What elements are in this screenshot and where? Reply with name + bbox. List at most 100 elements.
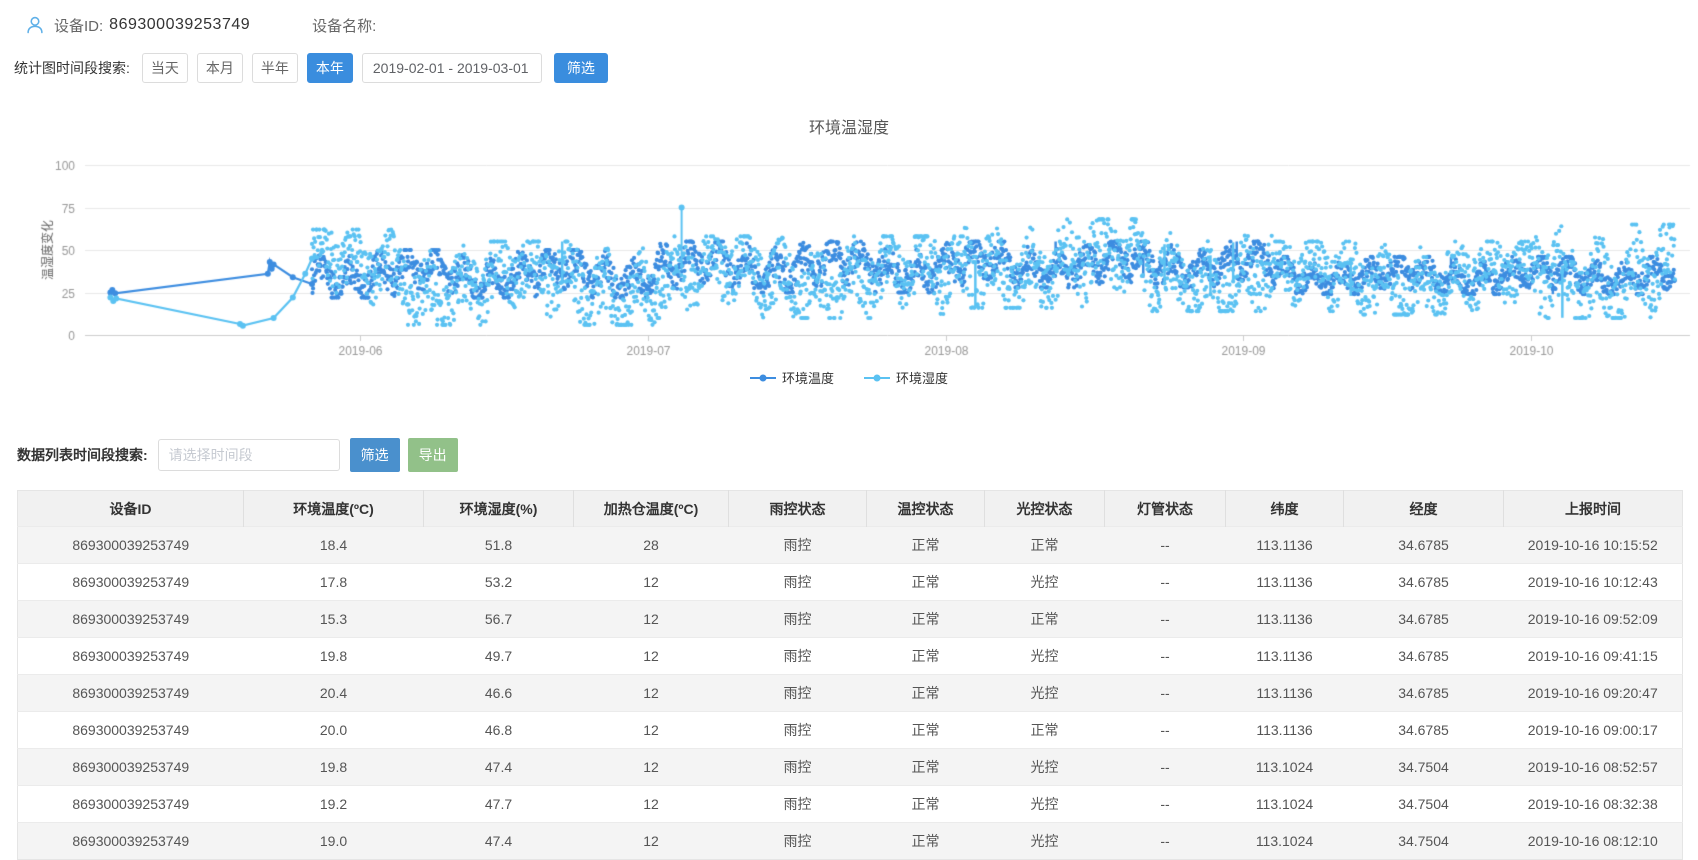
table-row: 86930003925374917.853.212雨控正常光控--113.113… (18, 564, 1683, 601)
quick-range-button[interactable]: 本月 (197, 53, 243, 83)
table-cell: 雨控 (729, 564, 867, 601)
table-cell: 12 (574, 786, 729, 823)
list-period-search-label: 数据列表时间段搜索: (17, 445, 148, 465)
table-cell: 19.0 (244, 823, 424, 860)
table-cell: 光控 (985, 564, 1105, 601)
table-cell: 光控 (985, 638, 1105, 675)
table-cell: 869300039253749 (18, 675, 244, 712)
table-cell: 19.2 (244, 786, 424, 823)
table-cell: 56.7 (424, 601, 574, 638)
table-cell: 34.6785 (1344, 675, 1504, 712)
table-row: 86930003925374919.047.412雨控正常光控--113.102… (18, 823, 1683, 860)
table-cell: -- (1105, 823, 1226, 860)
table-cell: 12 (574, 601, 729, 638)
table-header-cell: 经度 (1344, 491, 1504, 527)
table-cell: 869300039253749 (18, 749, 244, 786)
chart-date-range-input[interactable] (362, 53, 542, 83)
table-cell: 34.6785 (1344, 527, 1504, 564)
table-row: 86930003925374918.451.828雨控正常正常--113.113… (18, 527, 1683, 564)
table-cell: 869300039253749 (18, 601, 244, 638)
table-row: 86930003925374919.247.712雨控正常光控--113.102… (18, 786, 1683, 823)
legend-item[interactable]: 环境湿度 (864, 368, 948, 387)
table-cell: 12 (574, 564, 729, 601)
list-filter-button[interactable]: 筛选 (350, 438, 400, 472)
table-header-cell: 环境温度(ºC) (244, 491, 424, 527)
table-cell: 光控 (985, 823, 1105, 860)
table-cell: 雨控 (729, 601, 867, 638)
legend-item[interactable]: 环境温度 (750, 368, 834, 387)
list-date-range-input[interactable] (158, 439, 340, 471)
temp-humidity-chart-section: 环境温湿度 环境温度 环境湿度 (0, 102, 1698, 414)
table-cell: 2019-10-16 08:52:57 (1504, 749, 1683, 786)
table-cell: 正常 (867, 564, 985, 601)
table-header-cell: 设备ID (18, 491, 244, 527)
table-row: 86930003925374920.046.812雨控正常正常--113.113… (18, 712, 1683, 749)
table-cell: 28 (574, 527, 729, 564)
table-cell: 51.8 (424, 527, 574, 564)
table-cell: 2019-10-16 10:15:52 (1504, 527, 1683, 564)
table-cell: -- (1105, 527, 1226, 564)
table-cell: 光控 (985, 786, 1105, 823)
table-cell: 17.8 (244, 564, 424, 601)
table-header-cell: 温控状态 (867, 491, 985, 527)
table-header-cell: 光控状态 (985, 491, 1105, 527)
legend-line-marker-icon (864, 373, 890, 383)
table-cell: 2019-10-16 09:00:17 (1504, 712, 1683, 749)
table-cell: 2019-10-16 08:12:10 (1504, 823, 1683, 860)
legend-line-marker-icon (750, 373, 776, 383)
table-cell: 34.6785 (1344, 638, 1504, 675)
table-cell: -- (1105, 675, 1226, 712)
table-cell: 15.3 (244, 601, 424, 638)
table-cell: 34.6785 (1344, 564, 1504, 601)
table-cell: 34.6785 (1344, 601, 1504, 638)
table-cell: 正常 (867, 712, 985, 749)
table-cell: 12 (574, 675, 729, 712)
table-cell: 20.0 (244, 712, 424, 749)
device-name-label: 设备名称: (312, 15, 376, 36)
table-header-cell: 灯管状态 (1105, 491, 1226, 527)
table-cell: 869300039253749 (18, 564, 244, 601)
table-header-row: 设备ID环境温度(ºC)环境湿度(%)加热仓温度(ºC)雨控状态温控状态光控状态… (18, 491, 1683, 527)
table-cell: 雨控 (729, 638, 867, 675)
table-cell: 雨控 (729, 675, 867, 712)
device-id-value: 869300039253749 (109, 16, 250, 34)
table-cell: 18.4 (244, 527, 424, 564)
table-cell: 113.1136 (1226, 601, 1344, 638)
table-header-cell: 上报时间 (1504, 491, 1683, 527)
table-cell: -- (1105, 712, 1226, 749)
table-cell: 46.6 (424, 675, 574, 712)
table-cell: 869300039253749 (18, 712, 244, 749)
legend-label: 环境温度 (782, 368, 834, 387)
table-cell: 47.7 (424, 786, 574, 823)
table-cell: 12 (574, 749, 729, 786)
chart-filter-button[interactable]: 筛选 (554, 53, 608, 83)
table-cell: 正常 (867, 638, 985, 675)
table-cell: 113.1024 (1226, 823, 1344, 860)
device-header: 设备ID: 869300039253749 设备名称: (0, 0, 1698, 38)
table-cell: 34.7504 (1344, 823, 1504, 860)
table-cell: 20.4 (244, 675, 424, 712)
table-cell: 113.1136 (1226, 712, 1344, 749)
device-id-label: 设备ID: (54, 15, 103, 36)
table-cell: -- (1105, 786, 1226, 823)
table-cell: 113.1136 (1226, 564, 1344, 601)
table-cell: 2019-10-16 09:52:09 (1504, 601, 1683, 638)
table-cell: -- (1105, 638, 1226, 675)
quick-range-button[interactable]: 当天 (142, 53, 188, 83)
table-cell: 2019-10-16 09:20:47 (1504, 675, 1683, 712)
quick-range-button[interactable]: 半年 (252, 53, 298, 83)
table-cell: 12 (574, 638, 729, 675)
table-cell: 869300039253749 (18, 786, 244, 823)
table-cell: 雨控 (729, 749, 867, 786)
user-icon (24, 14, 46, 36)
table-cell: 12 (574, 823, 729, 860)
table-cell: 34.7504 (1344, 786, 1504, 823)
export-button[interactable]: 导出 (408, 438, 458, 472)
table-cell: 雨控 (729, 823, 867, 860)
table-header-cell: 雨控状态 (729, 491, 867, 527)
quick-range-button[interactable]: 本年 (307, 53, 353, 83)
table-row: 86930003925374919.847.412雨控正常光控--113.102… (18, 749, 1683, 786)
table-cell: 113.1024 (1226, 749, 1344, 786)
chart-legend: 环境温度 环境湿度 (0, 368, 1698, 387)
chart-title: 环境温湿度 (0, 114, 1698, 138)
